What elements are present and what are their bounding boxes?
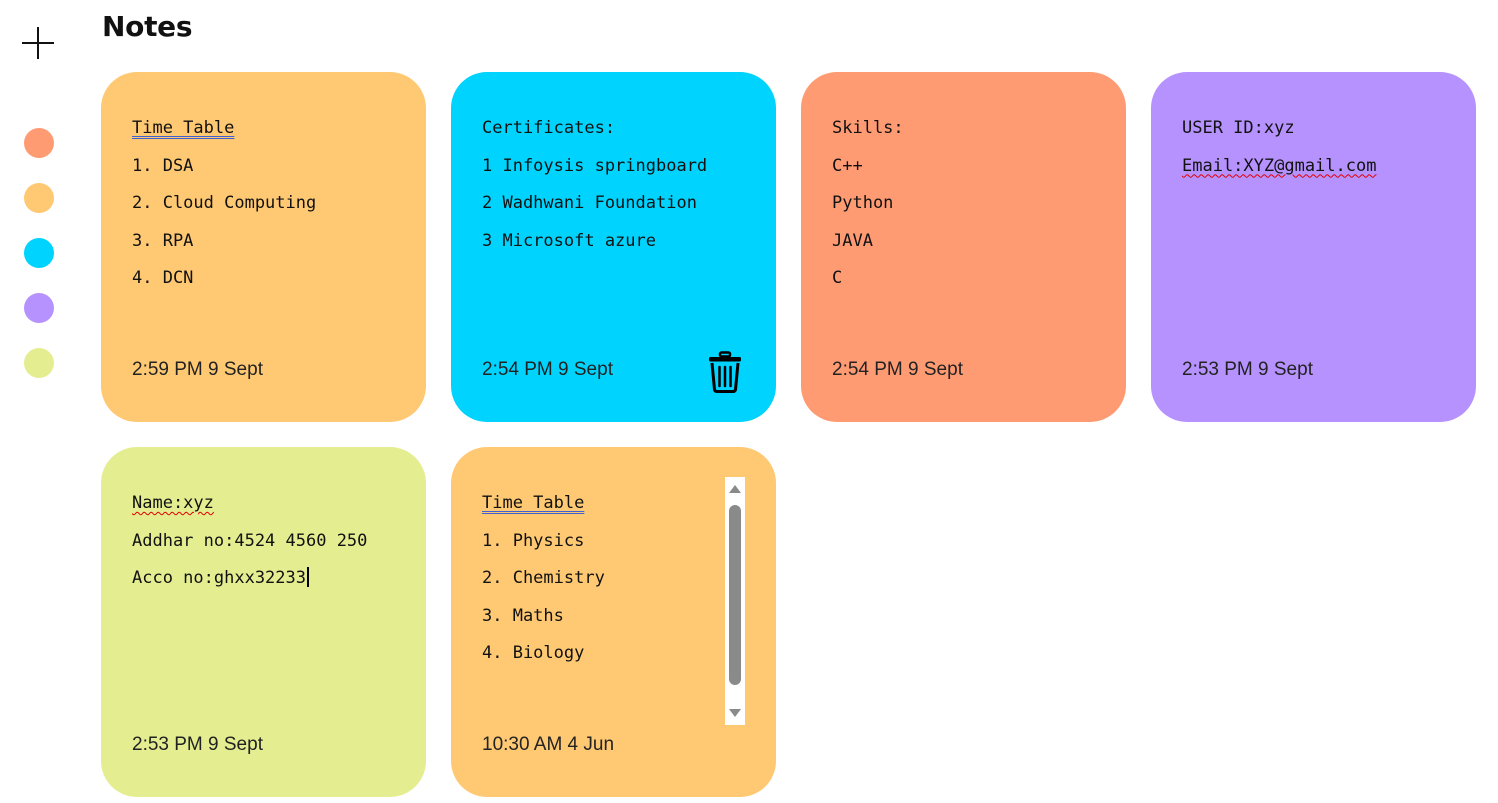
text-cursor: [307, 567, 309, 588]
note-line: 2. Chemistry: [482, 568, 605, 589]
note-line: 4. DCN: [132, 268, 194, 289]
note-date: 2:53 PM 9 Sept: [1182, 359, 1313, 380]
note-card[interactable]: USER ID:xyz Email:XYZ@gmail.com 2:53 PM …: [1151, 72, 1476, 422]
note-card[interactable]: Name:xyz Addhar no:4524 4560 250 Acco no…: [101, 447, 426, 797]
note-line: 1. Physics: [482, 530, 585, 551]
color-swatch-lime[interactable]: [24, 348, 54, 378]
scroll-down-arrow-icon[interactable]: [729, 709, 741, 717]
note-line: Skills:: [832, 118, 904, 138]
color-swatch-orange[interactable]: [24, 128, 54, 158]
note-line: Acco no:ghxx32233: [132, 568, 306, 589]
note-text-area[interactable]: Certificates: 1 Infoysis springboard 2 W…: [482, 110, 745, 360]
note-line: C++: [832, 155, 863, 176]
scroll-up-arrow-icon[interactable]: [729, 485, 741, 493]
page-title: Notes: [102, 10, 193, 43]
note-line: Time Table: [482, 493, 585, 513]
color-swatch-cyan[interactable]: [24, 238, 54, 268]
note-line: 2. Cloud Computing: [132, 193, 317, 214]
note-line: Email:XYZ@gmail.com: [1182, 155, 1377, 176]
color-swatch-purple[interactable]: [24, 293, 54, 323]
note-card[interactable]: Skills: C++ Python JAVA C 2:54 PM 9 Sept: [801, 72, 1126, 422]
note-card[interactable]: Time Table 1. Physics 2. Chemistry 3. Ma…: [451, 447, 776, 797]
sidebar: [0, 0, 80, 803]
trash-icon[interactable]: [707, 351, 743, 393]
scrollbar-thumb[interactable]: [729, 505, 741, 685]
note-line: 2 Wadhwani Foundation: [482, 193, 697, 214]
note-line: USER ID:xyz: [1182, 118, 1295, 138]
note-card[interactable]: Certificates: 1 Infoysis springboard 2 W…: [451, 72, 776, 422]
note-text-area[interactable]: Time Table 1. Physics 2. Chemistry 3. Ma…: [482, 485, 745, 735]
note-date: 2:59 PM 9 Sept: [132, 359, 263, 380]
note-line: 1. DSA: [132, 155, 194, 176]
note-line: 3 Microsoft azure: [482, 230, 656, 251]
note-text-area[interactable]: Skills: C++ Python JAVA C: [832, 110, 1095, 360]
note-line: JAVA: [832, 230, 873, 251]
color-swatch-yellow[interactable]: [24, 183, 54, 213]
note-line: Time Table: [132, 118, 235, 138]
note-date: 2:54 PM 9 Sept: [832, 359, 963, 380]
note-line: Certificates:: [482, 118, 616, 138]
note-scrollbar[interactable]: [725, 477, 745, 725]
note-line: 1 Infoysis springboard: [482, 155, 708, 176]
note-line: 3. RPA: [132, 230, 194, 251]
note-text-area[interactable]: Time Table 1. DSA 2. Cloud Computing 3. …: [132, 110, 395, 360]
note-date: 2:54 PM 9 Sept: [482, 359, 613, 380]
note-date: 10:30 AM 4 Jun: [482, 734, 615, 755]
note-date: 2:53 PM 9 Sept: [132, 734, 263, 755]
note-line: Addhar no:4524 4560 250: [132, 530, 368, 551]
add-note-button[interactable]: [20, 25, 56, 61]
note-text-area[interactable]: Name:xyz Addhar no:4524 4560 250 Acco no…: [132, 485, 395, 735]
note-line: Python: [832, 193, 894, 214]
note-card[interactable]: Time Table 1. DSA 2. Cloud Computing 3. …: [101, 72, 426, 422]
note-line: C: [832, 268, 843, 289]
note-line: 4. Biology: [482, 643, 585, 664]
note-text-area[interactable]: USER ID:xyz Email:XYZ@gmail.com: [1182, 110, 1445, 360]
note-line: 3. Maths: [482, 605, 564, 626]
note-line: Name:xyz: [132, 493, 214, 513]
